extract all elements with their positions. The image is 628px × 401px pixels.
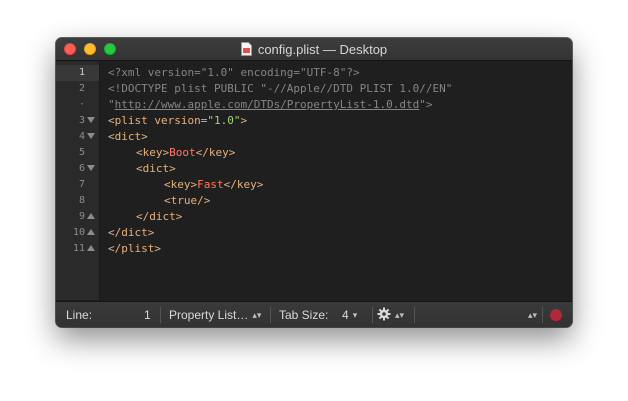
status-bar: Line: 1 Property List… ▴▾ Tab Size: 4 ▾ xyxy=(56,301,572,327)
updown-chevron-icon: ▴▾ xyxy=(528,309,538,320)
plist-version-value: "1.0" xyxy=(207,114,241,127)
gutter-line[interactable]: 8 xyxy=(56,193,99,209)
code-line-5[interactable]: <key>Boot</key> xyxy=(136,145,235,161)
title-bar: config.plist — Desktop xyxy=(56,38,572,61)
plist-version-attr: version= xyxy=(154,114,208,127)
status-divider xyxy=(414,307,415,323)
doctype-quote-open: " xyxy=(108,98,115,111)
gutter-line[interactable]: · xyxy=(56,97,99,113)
gutter-line[interactable]: 9 xyxy=(56,209,99,225)
scope-popup[interactable]: ▴▾ xyxy=(524,302,537,327)
line-number: 11 xyxy=(72,243,85,254)
doctype-quote-close: "> xyxy=(419,98,433,111)
fold-triangle-down-icon[interactable] xyxy=(87,133,95,139)
line-number: 6 xyxy=(78,163,85,174)
gutter-line[interactable]: 11 xyxy=(56,241,99,257)
code-line-2-wrap[interactable]: "http://www.apple.com/DTDs/PropertyList-… xyxy=(108,97,433,113)
plist-open-tag-close: > xyxy=(240,114,248,127)
line-number: 3 xyxy=(78,115,85,126)
key-open-tag: <key> xyxy=(136,146,170,159)
code-line-7[interactable]: <key>Fast</key> xyxy=(164,177,263,193)
gear-icon xyxy=(377,307,391,324)
window-title: config.plist — Desktop xyxy=(257,41,388,57)
code-line-11[interactable]: </plist> xyxy=(108,241,161,257)
plist-open-tag: <plist xyxy=(108,114,155,127)
code-line-6[interactable]: <dict> xyxy=(136,161,176,177)
editor-window: config.plist — Desktop 1 2 · 3 4 5 6 7 8 9 10 11 <?… xyxy=(56,38,572,327)
plist-document-icon[interactable] xyxy=(240,42,252,56)
key-boot-text: Boot xyxy=(169,146,196,159)
code-line-3[interactable]: <plist version="1.0"> xyxy=(108,113,247,129)
gutter-line[interactable]: 4 xyxy=(56,129,99,145)
gutter-line[interactable]: 10 xyxy=(56,225,99,241)
chevron-down-icon: ▾ xyxy=(352,309,358,320)
tab-size-label: Tab Size: xyxy=(279,308,329,322)
status-divider xyxy=(160,307,161,323)
key-fast-text: Fast xyxy=(197,178,224,191)
settings-popup[interactable]: ▴▾ xyxy=(377,302,404,327)
line-label: Line: xyxy=(66,308,93,322)
syntax-mode-popup[interactable]: Property List… ▴▾ xyxy=(169,302,261,327)
line-number: 4 xyxy=(78,131,85,142)
key-close-tag: </key> xyxy=(195,146,236,159)
line-number: 1 xyxy=(78,67,85,78)
code-line-10[interactable]: </dict> xyxy=(108,225,154,241)
gutter-line[interactable]: 3 xyxy=(56,113,99,129)
status-divider xyxy=(372,307,373,323)
status-divider xyxy=(542,307,543,323)
line-number-field[interactable]: 1 xyxy=(144,302,151,327)
tab-size-popup[interactable]: 4 ▾ xyxy=(342,302,357,327)
code-line-4[interactable]: <dict> xyxy=(108,129,148,145)
gutter-line[interactable]: 5 xyxy=(56,145,99,161)
fold-triangle-up-icon[interactable] xyxy=(87,213,95,219)
line-number-gutter[interactable]: 1 2 · 3 4 5 6 7 8 9 10 11 xyxy=(56,61,100,300)
updown-chevron-icon: ▴▾ xyxy=(252,309,262,320)
gutter-line[interactable]: 2 xyxy=(56,81,99,97)
syntax-mode-label: Property List… xyxy=(169,308,249,322)
updown-chevron-icon: ▴▾ xyxy=(395,309,405,320)
line-number: 2 xyxy=(78,83,85,94)
key-close-tag: </key> xyxy=(223,178,264,191)
macro-record-icon[interactable] xyxy=(550,309,562,321)
gutter-line[interactable]: 7 xyxy=(56,177,99,193)
tab-size-value: 4 xyxy=(342,308,349,322)
gutter-line[interactable]: 6 xyxy=(56,161,99,177)
line-number: 8 xyxy=(78,195,85,206)
line-number: 5 xyxy=(78,147,85,158)
code-line-2[interactable]: <!DOCTYPE plist PUBLIC "-//Apple//DTD PL… xyxy=(108,81,452,97)
fold-triangle-down-icon[interactable] xyxy=(87,117,95,123)
line-number: · xyxy=(78,99,85,110)
code-editor[interactable]: <?xml version="1.0" encoding="UTF-8"?> <… xyxy=(100,61,572,300)
fold-triangle-up-icon[interactable] xyxy=(87,245,95,251)
window-title-area: config.plist — Desktop xyxy=(56,38,572,60)
doctype-url-link[interactable]: http://www.apple.com/DTDs/PropertyList-1… xyxy=(115,98,420,111)
line-number: 7 xyxy=(78,179,85,190)
line-number: 10 xyxy=(72,227,85,238)
fold-triangle-up-icon[interactable] xyxy=(87,229,95,235)
key-open-tag: <key> xyxy=(164,178,198,191)
gutter-line[interactable]: 1 xyxy=(56,65,99,81)
code-line-9[interactable]: </dict> xyxy=(136,209,182,225)
code-line-8[interactable]: <true/> xyxy=(164,193,210,209)
line-number: 9 xyxy=(78,211,85,222)
fold-triangle-down-icon[interactable] xyxy=(87,165,95,171)
status-divider xyxy=(270,307,271,323)
code-line-1[interactable]: <?xml version="1.0" encoding="UTF-8"?> xyxy=(108,65,360,81)
